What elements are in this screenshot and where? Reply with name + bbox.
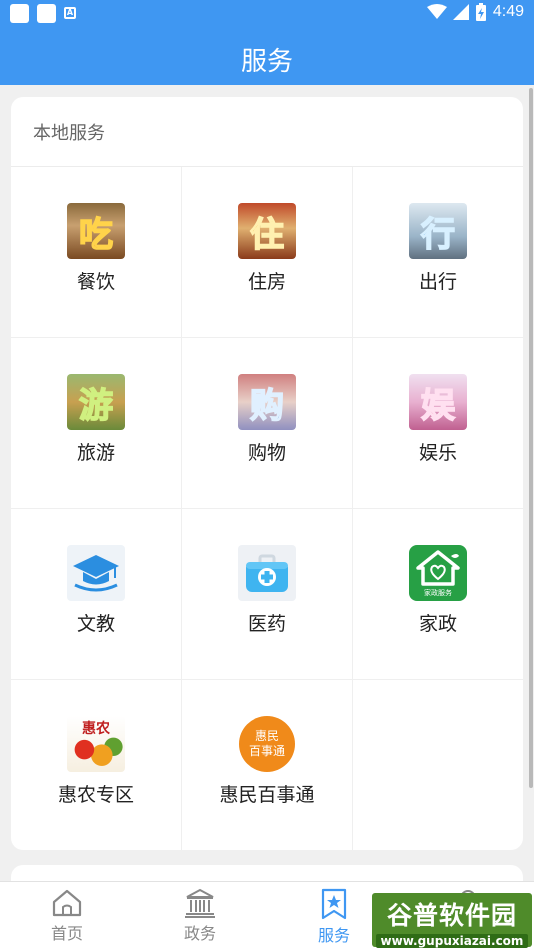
icon-glyph: 游 bbox=[78, 385, 114, 427]
government-icon bbox=[185, 888, 215, 918]
agriculture-icon: 惠农 bbox=[67, 716, 125, 772]
icon-badge-line1: 惠民 bbox=[254, 729, 279, 743]
service-label: 购物 bbox=[247, 442, 286, 464]
watermark-url: www.gupuxiazai.com bbox=[376, 934, 528, 948]
icon-glyph: 行 bbox=[420, 214, 456, 256]
icon-glyph: 吃 bbox=[78, 214, 114, 256]
local-services-card: 本地服务 吃 餐饮 住 住房 行 出行 游 旅游 购 购物 娱 娱乐 文教 医药… bbox=[11, 97, 523, 850]
watermark-brand: 谷普软件园 bbox=[386, 901, 517, 930]
service-item-huimin[interactable]: 惠民 百事通 惠民百事通 bbox=[182, 680, 353, 850]
service-label: 医药 bbox=[247, 613, 286, 635]
icon-caption: 家政服务 bbox=[424, 589, 452, 597]
housing-icon: 住 bbox=[238, 203, 296, 259]
section-title: 本地服务 bbox=[33, 122, 105, 144]
service-item-agriculture[interactable]: 惠农 惠农专区 bbox=[11, 680, 182, 850]
scrollbar[interactable] bbox=[529, 88, 533, 788]
tab-home[interactable]: 首页 bbox=[17, 888, 117, 944]
page-title: 服务 bbox=[240, 47, 293, 77]
tab-services[interactable]: 服务 bbox=[284, 888, 384, 946]
service-item-travel[interactable]: 行 出行 bbox=[353, 167, 523, 338]
service-item-education[interactable]: 文教 bbox=[11, 509, 182, 680]
service-label: 文教 bbox=[76, 613, 115, 635]
shopping-icon: 购 bbox=[238, 374, 296, 430]
watermark-logo: 谷普软件园 www.gupuxiazai.com bbox=[372, 893, 532, 948]
medical-kit-icon bbox=[238, 545, 296, 601]
service-label: 出行 bbox=[418, 271, 457, 293]
section-header: 本地服务 bbox=[11, 97, 523, 167]
service-grid: 吃 餐饮 住 住房 行 出行 游 旅游 购 购物 娱 娱乐 文教 医药 家政服务… bbox=[11, 167, 523, 850]
housekeeping-icon: 家政服务 bbox=[409, 545, 467, 601]
service-label: 家政 bbox=[418, 613, 457, 635]
service-item-housing[interactable]: 住 住房 bbox=[182, 167, 353, 338]
icon-badge-line2: 百事通 bbox=[248, 744, 285, 758]
service-item-medicine[interactable]: 医药 bbox=[182, 509, 353, 680]
tab-label: 政务 bbox=[183, 924, 216, 943]
empty-cell bbox=[353, 680, 523, 850]
service-item-shopping[interactable]: 购 购物 bbox=[182, 338, 353, 509]
status-bar: A 4:49 bbox=[0, 0, 534, 28]
app-bar: 服务 bbox=[0, 28, 534, 85]
keyboard-a-icon: A bbox=[64, 7, 76, 19]
status-time: 4:49 bbox=[492, 3, 524, 20]
dining-icon: 吃 bbox=[67, 203, 125, 259]
service-label: 旅游 bbox=[76, 442, 115, 464]
battery-icon bbox=[475, 3, 486, 21]
service-item-dining[interactable]: 吃 餐饮 bbox=[11, 167, 182, 338]
wifi-icon bbox=[426, 4, 447, 19]
service-item-tourism[interactable]: 游 旅游 bbox=[11, 338, 182, 509]
service-label: 餐饮 bbox=[76, 271, 115, 293]
icon-glyph: 惠农 bbox=[82, 721, 110, 737]
icon-glyph: 购 bbox=[249, 385, 285, 427]
huimin-icon: 惠民 百事通 bbox=[239, 716, 295, 772]
notification-icon bbox=[37, 4, 56, 23]
home-icon bbox=[52, 889, 82, 917]
signal-icon bbox=[452, 4, 469, 20]
travel-icon: 行 bbox=[409, 203, 467, 259]
service-item-entertainment[interactable]: 娱 娱乐 bbox=[353, 338, 523, 509]
icon-glyph: 娱 bbox=[420, 385, 456, 427]
icon-glyph: 住 bbox=[249, 214, 285, 256]
service-label: 惠农专区 bbox=[57, 784, 134, 806]
tourism-icon: 游 bbox=[67, 374, 125, 430]
notification-icon bbox=[10, 4, 29, 23]
service-label: 惠民百事通 bbox=[219, 784, 315, 806]
entertainment-icon: 娱 bbox=[409, 374, 467, 430]
service-label: 娱乐 bbox=[418, 442, 457, 464]
tab-government[interactable]: 政务 bbox=[150, 888, 250, 944]
service-label: 住房 bbox=[247, 271, 286, 293]
tab-label: 首页 bbox=[50, 924, 83, 943]
tab-label: 服务 bbox=[317, 926, 350, 945]
star-bookmark-icon bbox=[321, 888, 347, 920]
graduation-cap-icon bbox=[67, 545, 125, 601]
service-item-housekeeping[interactable]: 家政服务 家政 bbox=[353, 509, 523, 680]
